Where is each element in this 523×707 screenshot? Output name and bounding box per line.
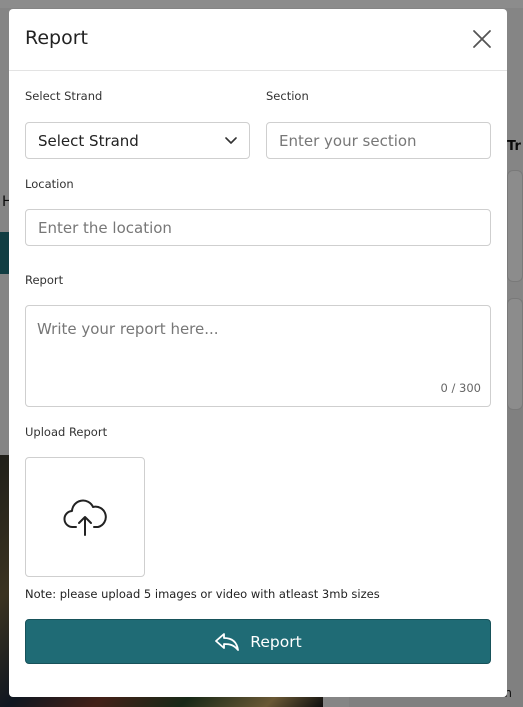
- modal-title: Report: [25, 27, 88, 49]
- location-input[interactable]: Enter the location: [25, 209, 491, 246]
- location-placeholder: Enter the location: [38, 218, 172, 237]
- report-textarea[interactable]: Write your report here... 0 / 300: [25, 305, 491, 407]
- location-label: Location: [25, 177, 74, 191]
- report-submit-label: Report: [250, 632, 302, 651]
- section-input[interactable]: Enter your section: [266, 122, 491, 159]
- report-placeholder: Write your report here...: [37, 320, 219, 338]
- strand-label: Select Strand: [25, 89, 103, 103]
- character-counter: 0 / 300: [440, 381, 481, 395]
- strand-select[interactable]: Select Strand: [25, 122, 250, 159]
- chevron-down-icon: [225, 135, 237, 147]
- report-submit-button[interactable]: Report: [25, 619, 491, 664]
- upload-label: Upload Report: [25, 425, 108, 439]
- section-placeholder: Enter your section: [279, 131, 417, 150]
- reply-icon: [214, 632, 240, 652]
- report-label: Report: [25, 273, 64, 287]
- modal-header: Report: [9, 9, 507, 71]
- upload-note: Note: please upload 5 images or video wi…: [25, 587, 380, 601]
- upload-dropzone[interactable]: [25, 457, 145, 577]
- strand-select-value: Select Strand: [38, 131, 139, 150]
- report-modal: Report Select Strand Select Strand Secti…: [9, 9, 507, 697]
- cloud-upload-icon: [63, 499, 107, 536]
- close-icon: [473, 30, 491, 48]
- section-label: Section: [266, 89, 309, 103]
- close-button[interactable]: [471, 28, 493, 50]
